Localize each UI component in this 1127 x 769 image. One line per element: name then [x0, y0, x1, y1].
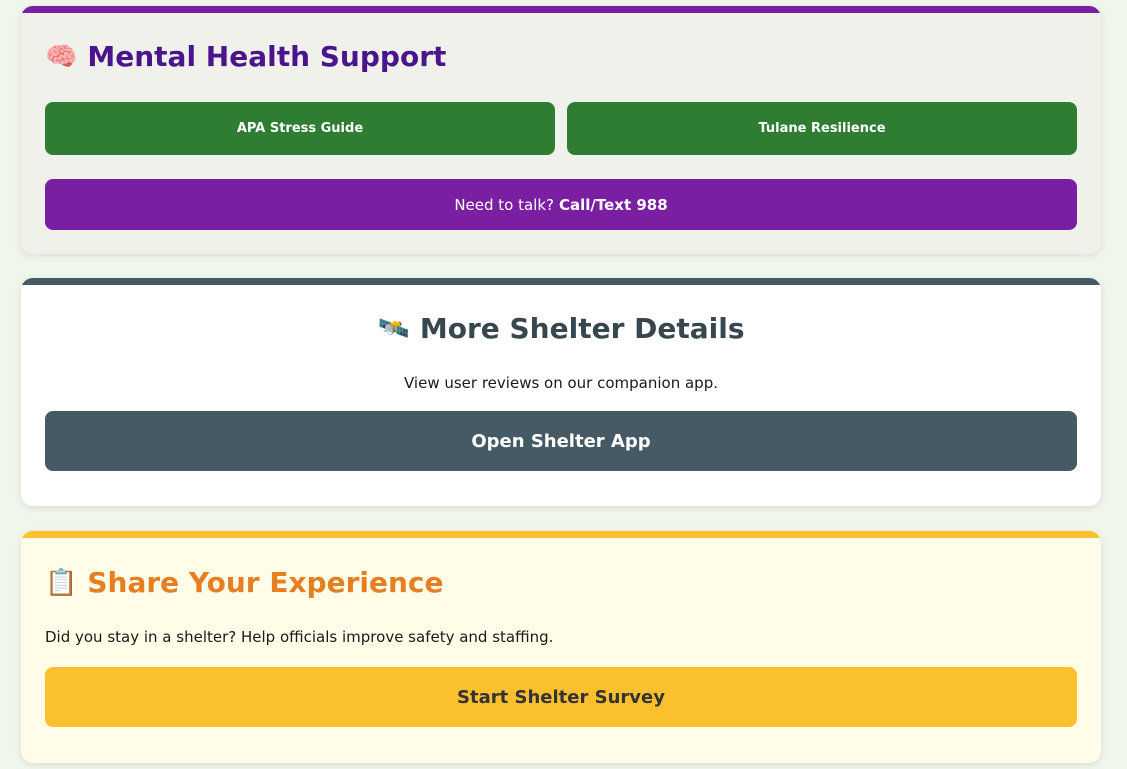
shelter-details-card: 🛰️ More Shelter Details View user review… [21, 278, 1101, 506]
apa-stress-guide-button[interactable]: APA Stress Guide [45, 102, 555, 155]
share-experience-card: 📋 Share Your Experience Did you stay in … [21, 531, 1101, 763]
survey-description: Did you stay in a shelter? Help official… [45, 628, 554, 646]
brain-icon: 🧠 [45, 41, 78, 72]
mental-health-header: 🧠 Mental Health Support [45, 40, 446, 73]
mental-health-accent-bar [21, 6, 1101, 13]
clipboard-icon: 📋 [45, 567, 78, 598]
shelter-header: 🛰️ More Shelter Details [21, 312, 1101, 345]
mental-health-title: Mental Health Support [87, 40, 447, 73]
call-text-988-label: Call/Text 988 [559, 195, 668, 214]
survey-title: Share Your Experience [87, 566, 444, 599]
tulane-resilience-button[interactable]: Tulane Resilience [567, 102, 1077, 155]
open-shelter-app-button[interactable]: Open Shelter App [45, 411, 1077, 471]
satellite-icon: 🛰️ [377, 313, 410, 344]
survey-header: 📋 Share Your Experience [45, 566, 444, 599]
mental-health-card: 🧠 Mental Health Support APA Stress Guide… [21, 6, 1101, 254]
shelter-accent-bar [21, 278, 1101, 285]
call-988-button[interactable]: Need to talk? Call/Text 988 [45, 179, 1077, 230]
survey-accent-bar [21, 531, 1101, 538]
shelter-title: More Shelter Details [419, 312, 745, 345]
start-shelter-survey-button[interactable]: Start Shelter Survey [45, 667, 1077, 727]
talk-prefix-text: Need to talk? [454, 195, 554, 214]
shelter-description: View user reviews on our companion app. [404, 374, 718, 392]
